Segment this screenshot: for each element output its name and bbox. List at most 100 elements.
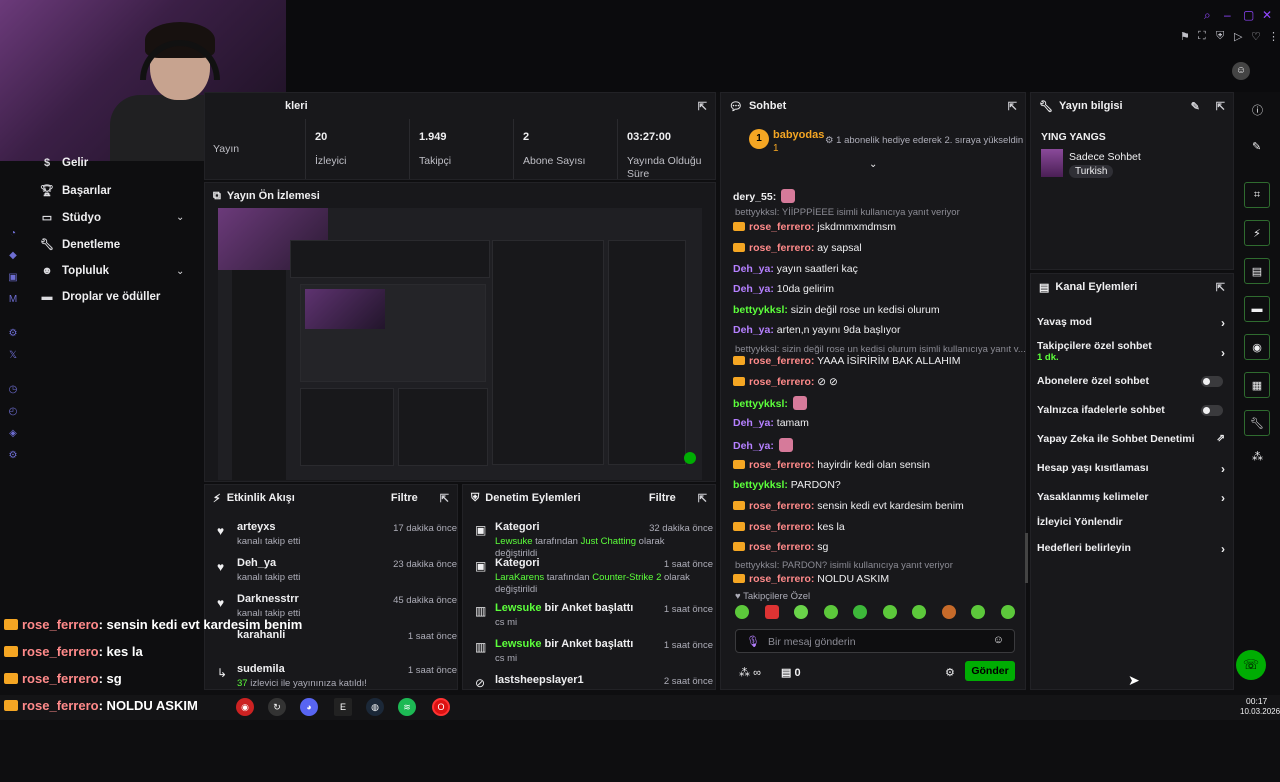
steam-icon[interactable]: ◍: [366, 698, 384, 716]
chat-username[interactable]: Deh_ya:: [733, 263, 774, 275]
rail-icon-7[interactable]: ◴: [6, 406, 20, 417]
chat-username[interactable]: rose_ferrero:: [749, 459, 814, 471]
sidebar-item-community[interactable]: ☻ Topluluk: [40, 265, 109, 277]
emote-icon[interactable]: [735, 605, 749, 619]
info-icon[interactable]: ⓘ: [1252, 102, 1263, 118]
pinned-username[interactable]: babyodas: [773, 129, 824, 141]
popout-icon[interactable]: ⇱: [1216, 281, 1225, 294]
banned-words-row[interactable]: Yasaklanmış kelimeler ›: [1037, 491, 1225, 505]
chat-username[interactable]: bettyykksl:: [733, 479, 788, 491]
emote-icon[interactable]: [1000, 605, 1015, 619]
sidebar-item-revenue[interactable]: $ Gelir: [40, 157, 88, 169]
rail-icon-6[interactable]: ◷: [6, 384, 20, 395]
rail-icon-8[interactable]: ◈: [6, 428, 20, 439]
host-row[interactable]: İzleyici Yönlendir: [1037, 516, 1225, 528]
points-icon[interactable]: ⁂: [1252, 450, 1263, 463]
crop-icon[interactable]: ⛶: [1198, 30, 1206, 43]
chevron-down-icon[interactable]: ⌄: [176, 212, 184, 223]
chat-scrollbar[interactable]: [1025, 533, 1028, 583]
emoji-icon[interactable]: ☺: [993, 634, 1004, 646]
send-button[interactable]: Gönder: [965, 661, 1015, 681]
emote-only-toggle[interactable]: [1201, 405, 1223, 416]
chat-username[interactable]: rose_ferrero:: [749, 500, 814, 512]
chat-username[interactable]: bettyykksl:: [733, 398, 788, 410]
followers-only-row[interactable]: Takipçilere özel sohbet 1 dk. ›: [1037, 340, 1225, 363]
sidebar-item-studio[interactable]: ▭ Stüdyo: [40, 211, 101, 225]
emote-icon[interactable]: [853, 605, 868, 619]
notes-icon[interactable]: ▤: [1244, 258, 1270, 284]
goals-row[interactable]: Hedefleri belirleyin ›: [1037, 542, 1225, 556]
mic-icon[interactable]: 🎙︎: [746, 635, 760, 648]
chat-username[interactable]: rose_ferrero:: [749, 573, 814, 585]
account-age-row[interactable]: Hesap yaşı kısıtlaması ›: [1037, 462, 1225, 476]
edit-icon[interactable]: ✎: [1191, 100, 1200, 113]
rail-icon-5[interactable]: ⚙: [6, 328, 20, 339]
search-icon[interactable]: ⌕: [1204, 8, 1211, 23]
ai-moderation-row[interactable]: Yapay Zeka ile Sohbet Denetimi ⇗: [1037, 433, 1225, 445]
x-icon[interactable]: 𝕏: [6, 350, 20, 361]
emote-icon[interactable]: [882, 605, 897, 619]
pencil-icon[interactable]: ✎: [1252, 140, 1261, 153]
sidebar-item-moderation[interactable]: 🔧︎ Denetleme: [40, 238, 120, 252]
popout-icon[interactable]: ⇱: [440, 492, 449, 505]
chat-username[interactable]: bettyykksl:: [733, 304, 788, 316]
emote-icon[interactable]: [794, 605, 809, 619]
filter-button[interactable]: Filtre: [649, 492, 676, 504]
lightning-icon[interactable]: ⚡︎: [1244, 220, 1270, 246]
heart-icon[interactable]: ♡: [1251, 30, 1261, 43]
chat-username[interactable]: rose_ferrero:: [749, 242, 814, 254]
chevron-down-icon[interactable]: ⌄: [176, 266, 184, 277]
chat-username[interactable]: rose_ferrero:: [749, 355, 814, 367]
chat-username[interactable]: Deh_ya:: [733, 440, 774, 452]
sidebar-item-drops[interactable]: ▬ Droplar ve ödüller: [40, 291, 161, 303]
subscribers-only-toggle[interactable]: [1201, 376, 1223, 387]
emote-icon[interactable]: [971, 605, 986, 619]
epic-icon[interactable]: E: [334, 698, 352, 716]
wrench-icon[interactable]: 🔧︎: [1244, 410, 1270, 436]
tag-chip[interactable]: Turkish: [1069, 165, 1114, 178]
bookmark-icon[interactable]: ⚑: [1180, 30, 1190, 43]
sidebar-item-achievements[interactable]: 🏆︎ Başarılar: [40, 184, 111, 198]
popout-icon[interactable]: ⇱: [1216, 100, 1225, 113]
chat-username[interactable]: Deh_ya:: [733, 283, 774, 295]
chat-input[interactable]: 🎙︎ Bir mesaj gönderin ☺: [735, 629, 1015, 653]
stream-preview-video[interactable]: [218, 208, 702, 480]
popout-icon[interactable]: ⇱: [698, 492, 707, 505]
chat-username[interactable]: rose_ferrero:: [749, 376, 814, 388]
spotify-icon[interactable]: ≋: [398, 698, 416, 716]
popout-icon[interactable]: ⇱: [698, 100, 707, 113]
chat-username[interactable]: dery_55:: [733, 191, 776, 203]
chat-bubble-icon[interactable]: ▬: [1244, 296, 1270, 322]
rail-icon-9[interactable]: ⚙: [6, 450, 20, 461]
chat-username[interactable]: Deh_ya:: [733, 417, 774, 429]
minimize-icon[interactable]: –: [1224, 8, 1231, 22]
emote-icon[interactable]: [823, 605, 838, 619]
emote-icon[interactable]: [912, 605, 927, 619]
app-icon[interactable]: ↻: [268, 698, 286, 716]
collapse-icon[interactable]: ⌄: [869, 159, 877, 170]
play-icon[interactable]: ▷: [1234, 30, 1242, 43]
layout-icon[interactable]: ▦: [1244, 372, 1270, 398]
maximize-icon[interactable]: ▢: [1243, 8, 1254, 22]
close-icon[interactable]: ✕: [1262, 8, 1272, 22]
chrome-icon[interactable]: ◉: [236, 698, 254, 716]
avatar[interactable]: ☺: [1232, 62, 1250, 80]
filter-button[interactable]: Filtre: [391, 492, 418, 504]
discord-icon[interactable]: ◕: [300, 698, 318, 716]
popout-icon[interactable]: ⇱: [1008, 100, 1017, 113]
opera-icon[interactable]: O: [432, 698, 450, 716]
points-indicator[interactable]: ⁂ ∞: [739, 666, 761, 679]
chat-username[interactable]: Deh_ya:: [733, 324, 774, 336]
emote-icon[interactable]: [941, 605, 956, 619]
chat-username[interactable]: rose_ferrero:: [749, 221, 814, 233]
shield-icon[interactable]: ⛨: [1216, 30, 1224, 43]
gift-indicator[interactable]: ▤ 0: [781, 666, 801, 679]
screenshot-icon[interactable]: ⌗: [1244, 182, 1270, 208]
broadcast-icon[interactable]: ◉: [1244, 334, 1270, 360]
emote-icon[interactable]: [764, 605, 779, 619]
help-icon[interactable]: ☏: [1236, 650, 1266, 680]
category-name[interactable]: Sadece Sohbet: [1069, 151, 1141, 163]
slow-mode-row[interactable]: Yavaş mod ›: [1037, 316, 1225, 330]
chat-username[interactable]: rose_ferrero:: [749, 541, 814, 553]
more-icon[interactable]: ⋮: [1268, 30, 1279, 43]
